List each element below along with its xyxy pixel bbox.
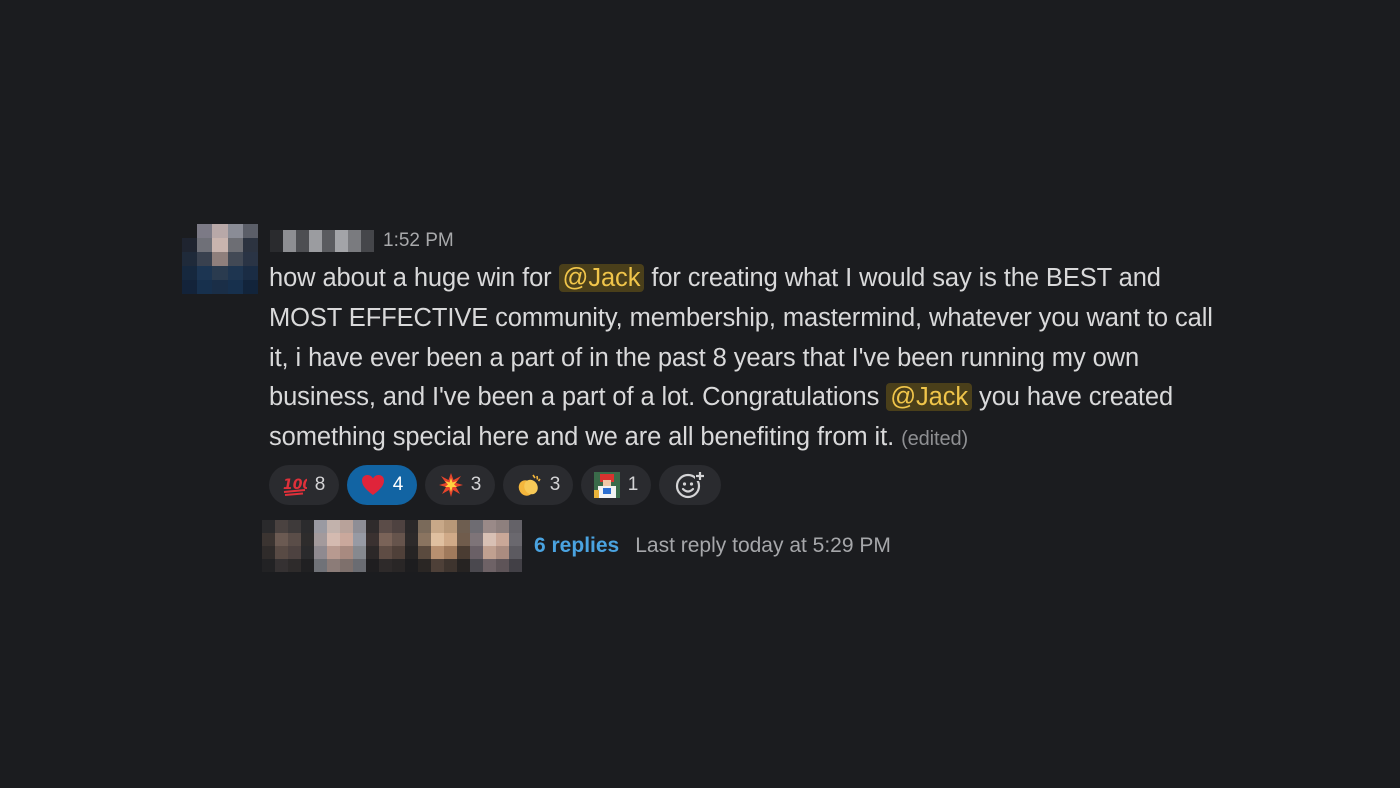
message-body: how about a huge win for @Jack for creat… — [269, 259, 1219, 460]
message-view: 1:52 PM how about a huge win for @Jack f… — [0, 0, 1400, 788]
user-mention[interactable]: @Jack — [886, 383, 973, 412]
reaction-count: 4 — [392, 474, 404, 495]
hundred-points-icon: 100 — [283, 474, 307, 496]
message-timestamp[interactable]: 1:52 PM — [383, 230, 454, 252]
avatar — [470, 520, 522, 572]
collision-icon — [438, 473, 463, 497]
user-avatar[interactable] — [182, 224, 258, 294]
reaction-count: 3 — [470, 474, 482, 495]
avatar — [262, 520, 314, 572]
add-reaction-button[interactable] — [659, 465, 721, 505]
clapping-hands-icon — [516, 473, 542, 497]
last-reply-time: Last reply today at 5:29 PM — [635, 534, 891, 557]
reaction-count: 3 — [549, 474, 561, 495]
reaction-collision[interactable]: 3 — [425, 465, 495, 505]
thread-replies-link[interactable]: 6 replies — [534, 534, 619, 558]
reaction-custom[interactable]: 1 — [581, 465, 651, 505]
avatar — [366, 520, 418, 572]
message-text: how about a huge win for — [269, 264, 559, 292]
avatar — [418, 520, 470, 572]
thread-summary[interactable]: 6 replies Last reply today at 5:29 PM — [262, 520, 891, 572]
reaction-count: 1 — [627, 474, 639, 495]
reactions-bar: 100 8 4 3 3 1 — [269, 465, 721, 505]
heart-icon — [361, 474, 385, 496]
user-mention[interactable]: @Jack — [558, 264, 645, 292]
thread-participant-avatars — [262, 520, 522, 572]
reaction-heart[interactable]: 4 — [347, 465, 417, 505]
custom-emoji-icon — [593, 472, 620, 498]
reaction-count: 8 — [314, 474, 326, 495]
reaction-hundred-points[interactable]: 100 8 — [269, 465, 339, 505]
redacted-username[interactable] — [270, 230, 374, 252]
avatar — [314, 520, 366, 572]
reaction-clapping-hands[interactable]: 3 — [503, 465, 573, 505]
add-emoji-icon — [675, 471, 705, 499]
edited-label: (edited) — [901, 428, 969, 451]
message-header: 1:52 PM — [270, 226, 454, 256]
